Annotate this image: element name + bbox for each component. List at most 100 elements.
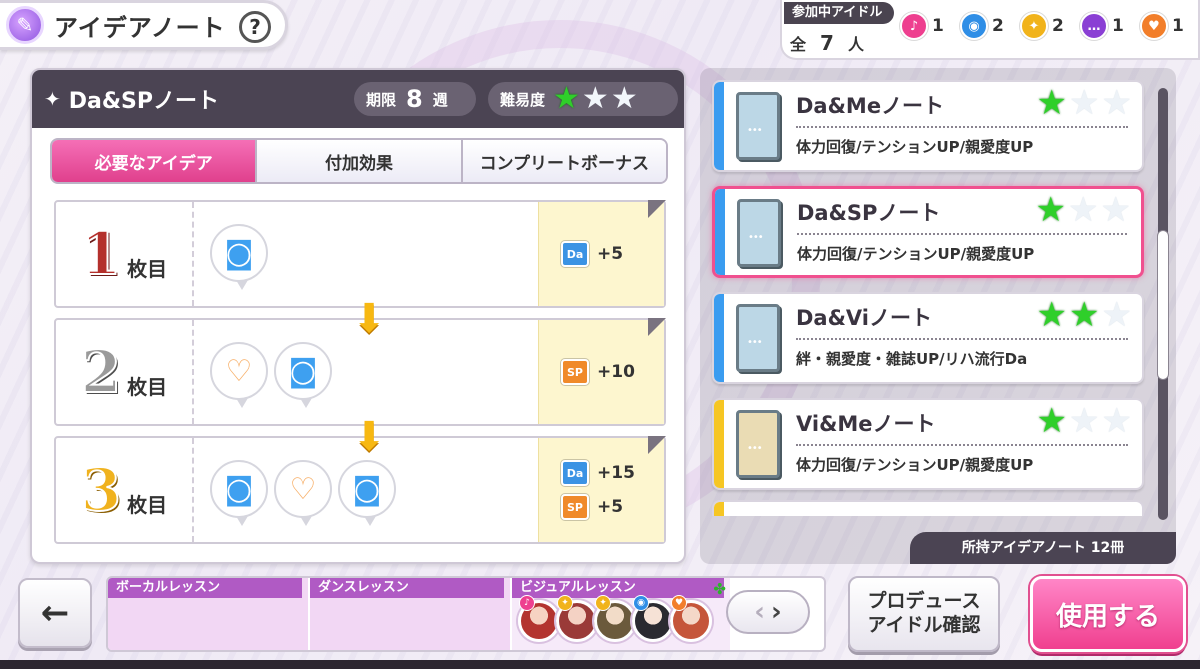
divider — [796, 338, 1128, 340]
speaker-idea-icon: ◙ — [338, 460, 396, 526]
star-icon: ★ — [1101, 83, 1132, 123]
star-icon: ★ — [1101, 295, 1132, 335]
sp-badge-icon: SP — [561, 359, 589, 385]
participating-idols-label: 参加中アイドル — [784, 2, 895, 24]
lesson-idol-avatars: ♪ ✦ ✦ ◉ ♥ — [518, 595, 712, 642]
idol-count-value: 1 — [1112, 16, 1124, 36]
bottom-edge — [0, 660, 1200, 669]
idol-total-suffix: 人 — [847, 35, 864, 54]
note-name: Da&SPノート — [797, 201, 941, 225]
note-effect: 体力回復/テンションUP/親愛度UP — [796, 456, 1034, 474]
notebook-icon — [736, 410, 780, 478]
produce-line2: アイドル確認 — [867, 614, 981, 636]
heart-icon: ♥ — [671, 595, 687, 611]
idol-type-count: ♪ 1 — [900, 12, 954, 40]
pager-next-button[interactable]: › — [771, 597, 782, 627]
speaker-icon: ◉ — [960, 12, 988, 40]
speaker-idea-icon: ◙ — [210, 460, 268, 526]
star-icon: ★ — [1069, 83, 1100, 123]
tab-1[interactable]: 付加効果 — [257, 140, 463, 182]
lightbulb-icon: ✦ — [557, 595, 573, 611]
note-card-partial[interactable] — [712, 500, 1144, 516]
note-title: Da&SPノート — [68, 89, 220, 114]
avatar[interactable]: ♥ — [670, 595, 712, 642]
heart-idea-icon: ♡ — [210, 342, 268, 408]
note-card[interactable]: Da&Meノート★★★体力回復/テンションUP/親愛度UP — [712, 80, 1144, 172]
participating-idols-panel: 参加中アイドル 全7人 ♪ 1 ◉ 2 ✦ 2… 1 ♥ 1 — [780, 0, 1200, 60]
divider — [797, 233, 1127, 235]
tab-2[interactable]: コンプリートボーナス — [462, 140, 666, 182]
note-stars: ★ ★ ★ — [1037, 298, 1132, 332]
difficulty-stars: ★ ★ ★ — [553, 84, 638, 114]
deadline-chip: 期限 8 週 — [354, 82, 476, 116]
avatar[interactable]: ♪ — [518, 595, 560, 642]
bonus-value: +10 — [597, 362, 635, 382]
arrow-down-icon: ⬇ — [352, 414, 386, 460]
pager-prev-button[interactable]: ‹ — [754, 597, 765, 627]
sheet-digit: 1 — [80, 220, 122, 288]
star-icon: ★ — [1036, 83, 1068, 123]
note-detail-header: ✦ Da&SPノート 期限 8 週 難易度 ★ ★ ★ — [32, 70, 684, 128]
bonus-value: +15 — [597, 463, 635, 483]
note-card[interactable]: Da&SPノート★★★体力回復/テンションUP/親愛度UP — [712, 186, 1144, 278]
owned-notes-count: 所持アイデアノート 12冊 — [910, 532, 1176, 564]
lesson-label: ダンスレッスン — [310, 578, 504, 598]
note-card[interactable]: Da&Viノート★★★絆・親愛度・雑誌UP/リハ流行Da — [712, 292, 1144, 384]
scroll-thumb[interactable] — [1157, 230, 1169, 380]
lesson-vocal[interactable]: ボーカルレッスン — [108, 578, 310, 650]
sheet-unit: 枚目 — [127, 256, 168, 281]
lesson-visual[interactable]: ビジュアルレッスン ✤ ♪ ✦ ✦ ◉ ♥ — [512, 578, 732, 650]
sheet-row: 1 枚目 ◙ Da +5 — [54, 200, 666, 308]
notebook-icon — [736, 304, 780, 372]
divider — [796, 126, 1128, 128]
bonus-line: SP +5 — [561, 494, 664, 520]
help-button[interactable]: ? — [239, 11, 271, 43]
idol-total: 全7人 — [790, 31, 864, 55]
note-card[interactable]: Vi&Meノート ★★★体力回復/テンションUP/親愛度UP — [712, 398, 1144, 490]
tab-0[interactable]: 必要なアイデア — [52, 140, 258, 182]
avatar[interactable]: ◉ — [632, 595, 674, 642]
note-list-scrollbar[interactable] — [1157, 88, 1169, 520]
chat-bubble-icon: … — [1080, 12, 1108, 40]
note-type-strip — [714, 294, 724, 382]
lesson-dance[interactable]: ダンスレッスン — [310, 578, 512, 650]
star-icon: ★ — [1069, 401, 1100, 441]
check-produce-idol-button[interactable]: プロデュース アイドル確認 — [848, 576, 1000, 652]
note-list-panel: Da&Meノート★★★体力回復/テンションUP/親愛度UPDa&SPノート★★★… — [700, 68, 1176, 564]
star-icon: ★ — [581, 81, 609, 116]
sp-badge-icon: SP — [561, 494, 589, 520]
detail-tabs: 必要なアイデア 付加効果 コンプリートボーナス — [50, 138, 668, 184]
sheet-bonus: Da +5 — [538, 202, 664, 306]
idol-count-value: 1 — [932, 16, 944, 36]
idol-total-prefix: 全 — [790, 35, 807, 54]
notebook-icon — [737, 199, 781, 267]
lightbulb-icon: ✦ — [595, 595, 611, 611]
note-effect: 体力回復/テンションUP/親愛度UP — [796, 138, 1034, 156]
note-stars: ★ ★ ★ — [1037, 404, 1132, 438]
idol-count-value: 1 — [1172, 16, 1184, 36]
idol-count-value: 2 — [1052, 16, 1064, 36]
avatar[interactable]: ✦ — [594, 595, 636, 642]
bonus-value: +5 — [597, 244, 624, 264]
heart-idea-icon: ♡ — [274, 460, 332, 526]
speaker-idea-icon: ◙ — [210, 224, 268, 290]
note-type-strip — [714, 82, 724, 170]
sheet-bonus: SP +10 — [538, 320, 664, 424]
star-icon: ★ — [1101, 401, 1132, 441]
page-title: アイデアノート — [54, 13, 226, 42]
use-button[interactable]: 使用する — [1030, 576, 1186, 652]
note-name: Vi&Meノート — [796, 412, 936, 436]
idol-type-count: ♥ 1 — [1140, 12, 1194, 40]
lesson-slots: ボーカルレッスン ダンスレッスン ビジュアルレッスン ✤ ♪ ✦ ✦ ◉ ♥ — [106, 576, 826, 652]
idol-type-count: … 1 — [1080, 12, 1134, 40]
microphone-icon: ♪ — [519, 595, 535, 611]
lesson-pager: ‹ › — [726, 590, 810, 634]
star-icon: ★ — [553, 81, 580, 116]
speaker-icon: ◉ — [633, 595, 649, 611]
bonus-value: +5 — [597, 497, 624, 517]
arrow-down-icon: ⬇ — [352, 296, 386, 342]
star-icon: ★ — [1036, 295, 1068, 335]
star-icon: ★ — [610, 81, 638, 116]
avatar[interactable]: ✦ — [556, 595, 598, 642]
back-button[interactable]: ← — [18, 578, 92, 648]
